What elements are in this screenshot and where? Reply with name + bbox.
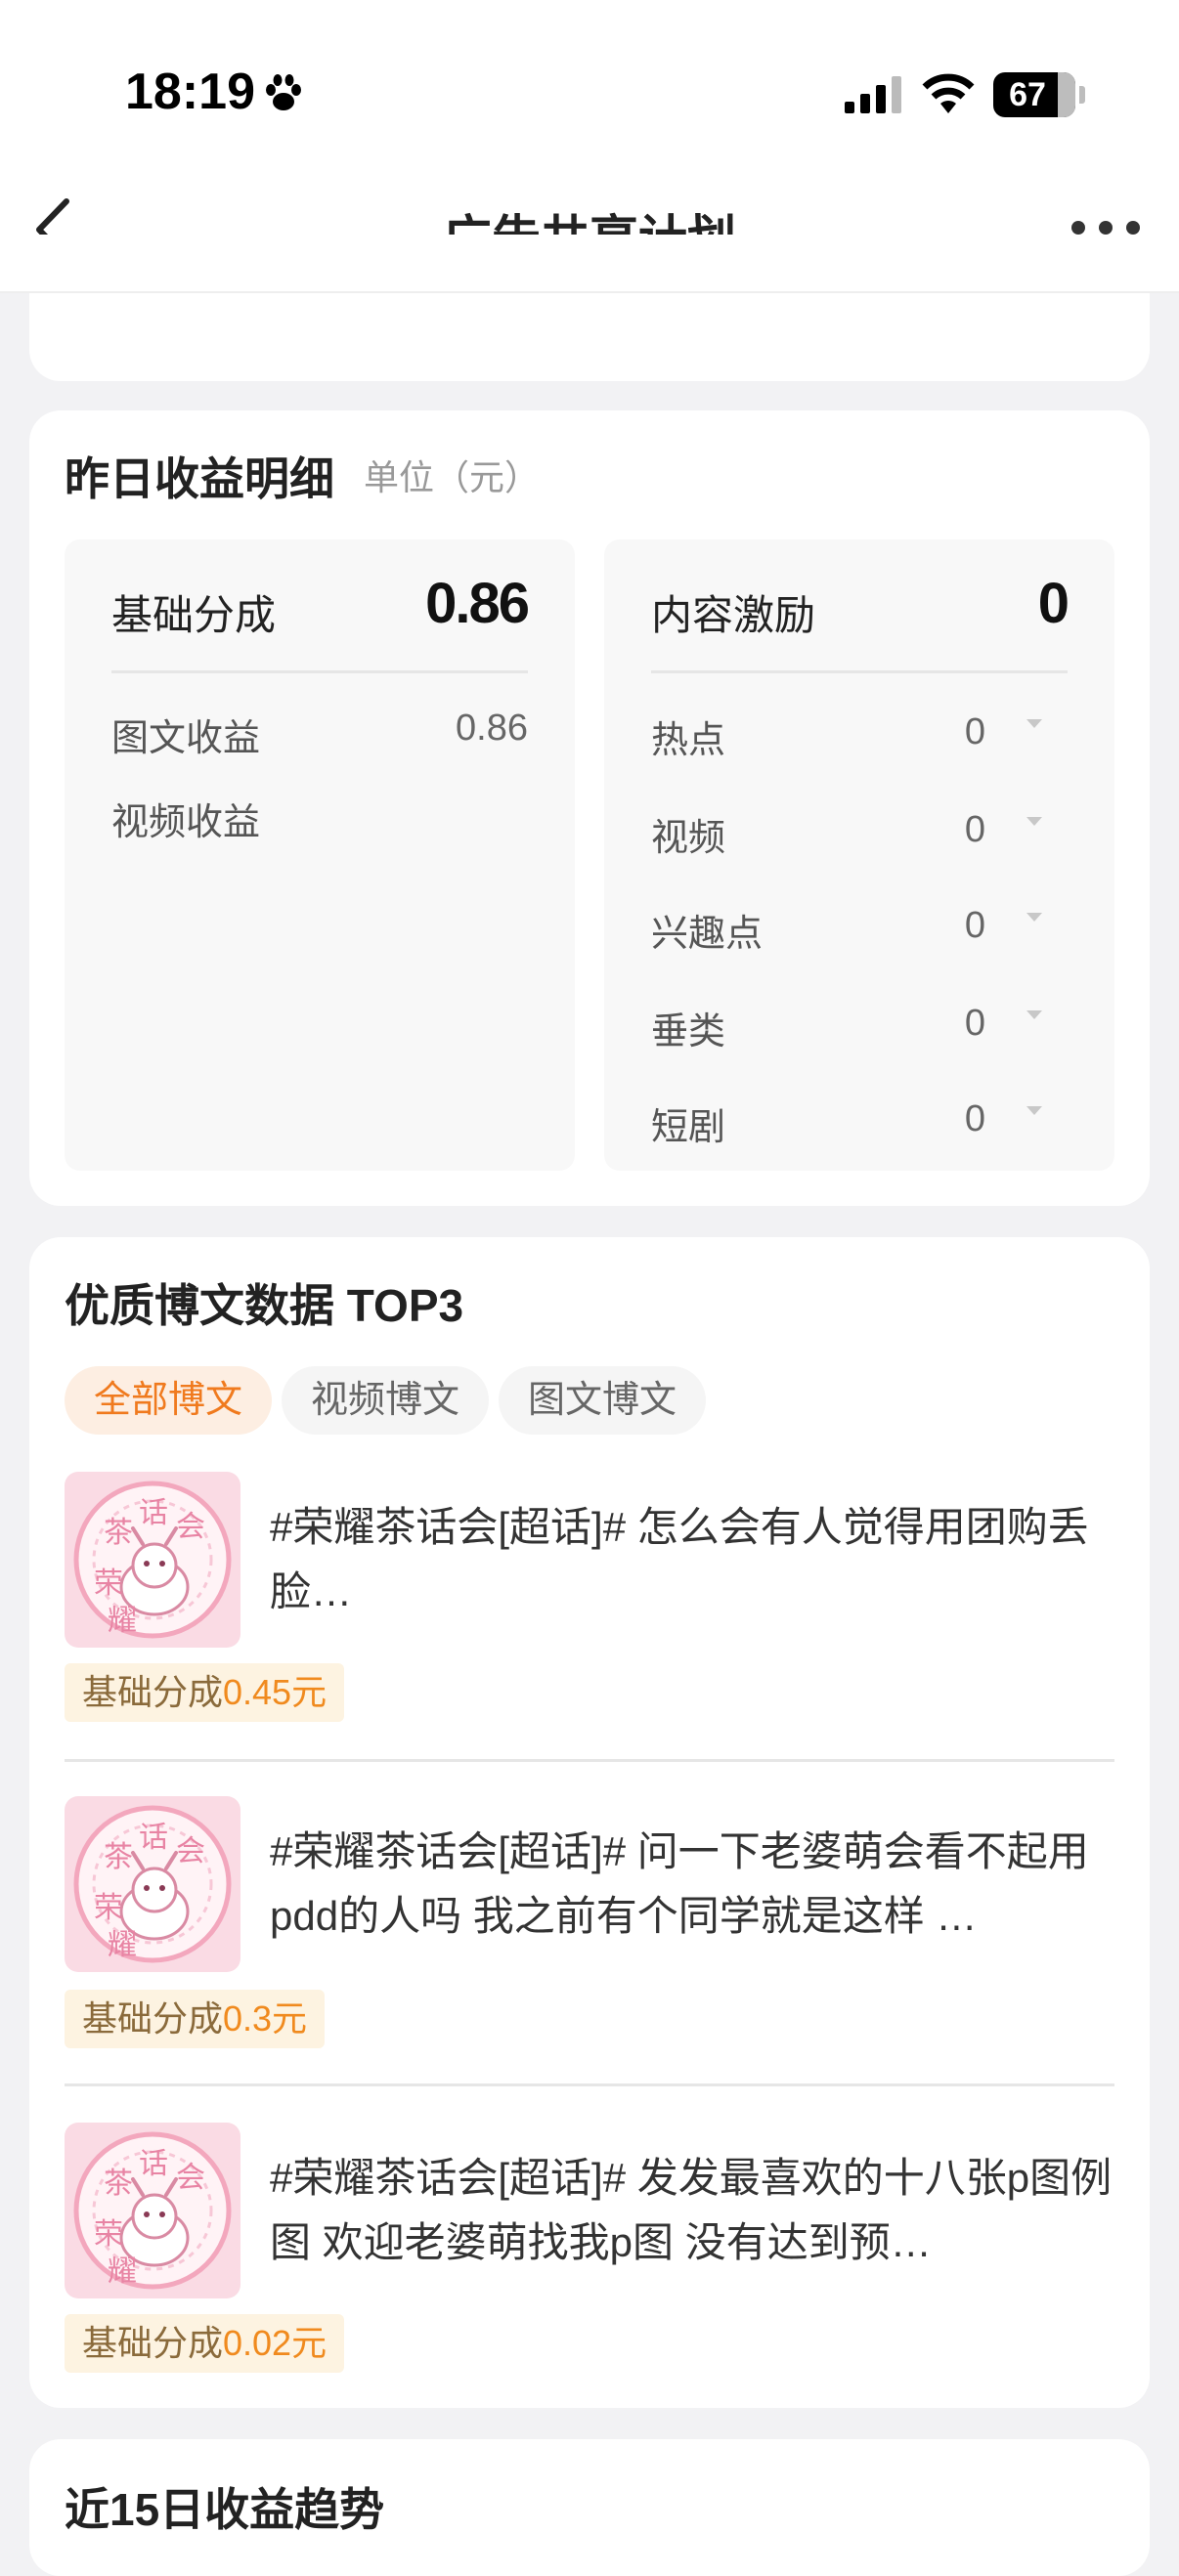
image-text-earnings-value: 0.86	[456, 708, 528, 749]
svg-text:茶: 茶	[104, 1516, 133, 1550]
content-incentive-label: 内容激励	[651, 592, 816, 638]
earnings-trend-card: 近15日收益趋势	[29, 2439, 1150, 2576]
short-drama-label: 短剧	[651, 1107, 726, 1148]
badge-label: 基础分成	[82, 1998, 224, 2039]
image-text-earnings-label: 图文收益	[111, 718, 261, 759]
svg-text:荣: 荣	[94, 2217, 123, 2252]
post-thumbnail[interactable]: 茶 话 会 荣 耀	[65, 1472, 240, 1648]
avatar-illustration: 茶 话 会 荣 耀	[73, 1481, 232, 1639]
badge-amount: 0.45元	[223, 1672, 328, 1712]
section-title: 优质博文数据 TOP3	[65, 1280, 464, 1331]
basic-share-panel: 基础分成 0.86 图文收益 0.86 视频收益	[65, 539, 575, 1171]
vertical-value: 0	[964, 1003, 985, 1044]
post-text[interactable]: #荣耀茶话会[超话]# 问一下老婆萌会看不起用pdd的人吗 我之前有个同学就是这…	[270, 1820, 1122, 1949]
section-title: 近15日收益趋势	[65, 2484, 385, 2535]
vertical-label: 垂类	[651, 1011, 726, 1052]
svg-text:会: 会	[176, 1510, 205, 1544]
yesterday-earnings-card: 昨日收益明细 单位（元） 基础分成 0.86 图文收益 0.86 视频收益 内容…	[29, 410, 1150, 1206]
earnings-badge: 基础分成0.02元	[65, 2314, 345, 2373]
unit-label: 单位（元）	[364, 457, 541, 497]
video-value: 0	[964, 809, 985, 850]
video-label: 视频	[651, 818, 726, 859]
interest-point-expand-icon[interactable]	[1026, 913, 1042, 922]
svg-text:耀: 耀	[108, 2254, 137, 2289]
video-earnings-label: 视频收益	[111, 802, 261, 843]
svg-text:话: 话	[139, 2147, 168, 2181]
svg-text:话: 话	[139, 1496, 168, 1530]
svg-text:茶: 茶	[104, 1840, 133, 1874]
svg-text:耀: 耀	[108, 1604, 137, 1638]
badge-amount: 0.3元	[223, 1998, 308, 2039]
post-thumbnail[interactable]: 茶 话 会 荣 耀	[65, 1796, 240, 1972]
battery-icon: 67	[993, 72, 1075, 117]
hotspot-label: 热点	[651, 720, 726, 761]
panel-divider	[651, 670, 1068, 673]
cellular-signal-icon	[845, 76, 901, 113]
hotspot-value: 0	[964, 711, 985, 752]
svg-text:茶: 茶	[104, 2167, 133, 2201]
earnings-badge: 基础分成0.45元	[65, 1663, 345, 1722]
basic-share-label: 基础分成	[111, 592, 277, 638]
post-thumbnail[interactable]: 茶 话 会 荣 耀	[65, 2123, 240, 2298]
tab-image-text-posts[interactable]: 图文博文	[499, 1366, 707, 1435]
video-expand-icon[interactable]	[1026, 817, 1042, 826]
battery-tip	[1079, 86, 1085, 104]
avatar-illustration: 茶 话 会 荣 耀	[73, 1805, 232, 1963]
svg-text:话: 话	[139, 1821, 168, 1855]
post-separator	[65, 2083, 1114, 2086]
svg-text:会: 会	[176, 2161, 205, 2195]
avatar-illustration: 茶 话 会 荣 耀	[73, 2131, 232, 2290]
interest-point-value: 0	[964, 905, 985, 946]
post-text[interactable]: #荣耀茶话会[超话]# 怎么会有人觉得用团购丢脸…	[270, 1495, 1122, 1624]
svg-text:耀: 耀	[108, 1928, 137, 1962]
status-time: 18:19	[125, 64, 255, 120]
interest-point-label: 兴趣点	[651, 914, 764, 955]
short-drama-expand-icon[interactable]	[1026, 1106, 1042, 1115]
badge-amount: 0.02元	[223, 2323, 328, 2363]
hotspot-expand-icon[interactable]	[1026, 719, 1042, 728]
top-divider	[0, 291, 1179, 293]
badge-label: 基础分成	[82, 2323, 224, 2363]
tab-all-posts[interactable]: 全部博文	[65, 1366, 273, 1435]
panel-divider	[111, 670, 528, 673]
basic-share-value: 0.86	[425, 572, 530, 635]
wifi-icon	[922, 73, 975, 113]
battery-level: 67	[1009, 76, 1046, 113]
summary-card	[29, 235, 1150, 579]
earnings-badge: 基础分成0.3元	[65, 1990, 326, 2048]
content-incentive-value: 0	[1037, 572, 1070, 635]
svg-text:荣: 荣	[94, 1891, 123, 1925]
paw-icon	[266, 74, 301, 110]
vertical-expand-icon[interactable]	[1026, 1010, 1042, 1019]
post-text[interactable]: #荣耀茶话会[超话]# 发发最喜欢的十八张p图例图 欢迎老婆萌找我p图 没有达到…	[270, 2146, 1122, 2275]
tab-video-posts[interactable]: 视频博文	[282, 1366, 490, 1435]
svg-text:荣: 荣	[94, 1567, 123, 1601]
content-incentive-panel: 内容激励 0 热点 0 视频 0 兴趣点 0 垂类 0 短剧 0	[604, 539, 1114, 1171]
svg-text:会: 会	[176, 1834, 205, 1868]
short-drama-value: 0	[964, 1098, 985, 1139]
badge-label: 基础分成	[82, 1672, 224, 1712]
post-separator	[65, 1759, 1114, 1762]
section-title: 昨日收益明细	[65, 453, 334, 504]
